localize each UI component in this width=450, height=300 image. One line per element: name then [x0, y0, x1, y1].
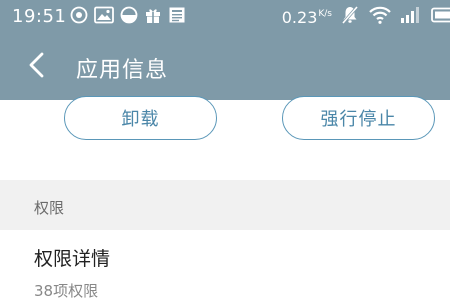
- network-speed-unit: K/s: [318, 8, 332, 19]
- battery-icon: [430, 7, 450, 27]
- page-title: 应用信息: [76, 58, 169, 83]
- permissions-section-header: 权限: [0, 180, 450, 230]
- notification-icons: [70, 6, 186, 28]
- back-button[interactable]: [20, 50, 54, 84]
- back-arrow-icon: [27, 51, 47, 83]
- section-header-label: 权限: [34, 199, 65, 217]
- mute-icon: [340, 5, 360, 29]
- image-icon: [94, 6, 114, 28]
- half-circle-icon: [120, 6, 138, 28]
- wifi-icon: [368, 5, 392, 29]
- network-speed-value: 0.23: [281, 7, 318, 27]
- network-speed: 0.23 K/s: [282, 8, 332, 27]
- app-info-screen: 19:51 0.23 K/s 应用信息 卸载 强行停止 权限 权限详情 38项权…: [0, 0, 450, 300]
- status-time: 19:51: [12, 6, 67, 27]
- force-stop-button[interactable]: 强行停止: [282, 96, 435, 140]
- permission-details-item[interactable]: 权限详情 38项权限: [0, 230, 450, 300]
- news-icon: [168, 6, 186, 28]
- permission-count: 38项权限: [34, 282, 99, 300]
- status-right: 0.23 K/s: [282, 6, 450, 28]
- signal-icon: [400, 6, 422, 28]
- gift-icon: [144, 6, 162, 28]
- status-bar: 19:51 0.23 K/s: [0, 0, 450, 34]
- permission-details-title: 权限详情: [34, 248, 111, 270]
- action-buttons: 卸载 强行停止: [0, 96, 450, 180]
- uninstall-button[interactable]: 卸载: [64, 96, 217, 140]
- title-bar: 应用信息: [0, 34, 450, 100]
- record-icon: [70, 6, 88, 28]
